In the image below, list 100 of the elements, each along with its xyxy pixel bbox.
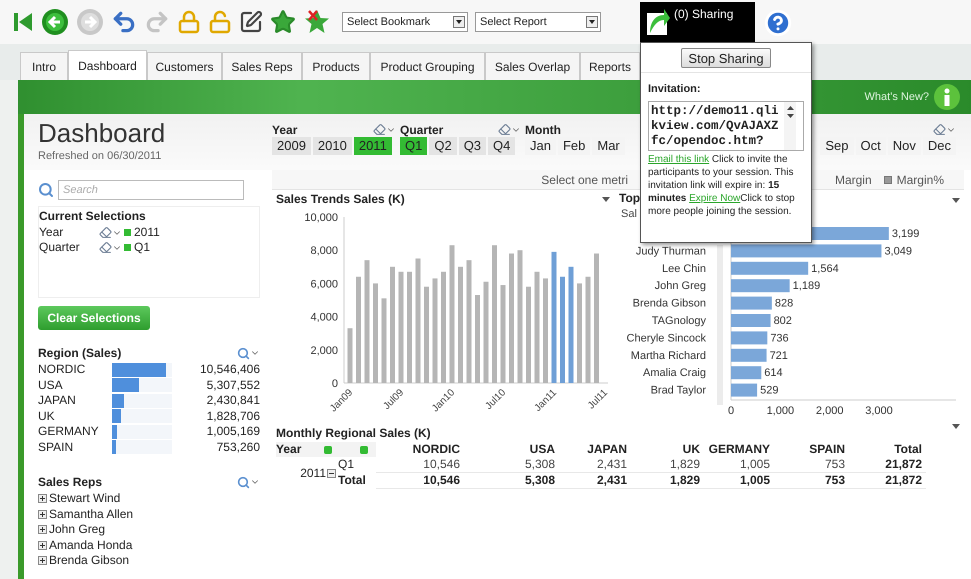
axis-label: Brad Taylor [650,384,706,397]
table-cell: 753 [774,457,849,473]
metric-option[interactable]: Margin% [894,170,946,188]
scrollbar[interactable] [717,245,723,405]
expand-icon[interactable] [38,525,47,534]
region-value: 1,005,169 [206,424,260,440]
table-cell: 21,872 [849,473,926,489]
field-name: Year [39,225,64,240]
filter-indicator-icon [360,446,368,454]
region-name[interactable]: GERMANY [38,424,112,440]
caret-icon[interactable] [602,196,610,202]
axis-label: 8,000 [310,245,338,258]
data-label: 1,189 [792,280,820,292]
scrollbar[interactable] [784,102,796,150]
clear-icon[interactable] [498,123,511,136]
axis-label: 0 [728,405,734,417]
clear-icon[interactable] [99,241,112,254]
checkbox[interactable] [884,176,892,184]
rep-name[interactable]: John Greg [49,522,106,538]
filter-option[interactable]: Q1 [400,137,428,155]
dropdown[interactable]: Select Report [475,12,601,32]
tab[interactable]: Sales Overlap [485,52,580,80]
search-icon[interactable] [237,346,250,360]
chart-subtitle: Sal [621,208,637,220]
region-value: 2,430,841 [206,393,260,408]
skip-back-icon[interactable] [12,10,34,34]
table-cell: 2011 [300,466,326,480]
tab[interactable]: Intro [20,52,68,80]
clear-icon[interactable] [933,123,946,136]
tab[interactable]: Sales Reps [222,52,302,80]
filter-option[interactable]: 2011 [354,137,392,155]
whats-new-link[interactable]: What's New? [864,88,929,106]
caret-icon[interactable] [952,424,960,429]
info-icon[interactable] [933,83,961,111]
table-cell: 2,431 [559,457,631,473]
region-value: 1,828,706 [206,408,260,424]
star-icon[interactable] [270,9,296,35]
scroll-up-icon[interactable] [786,106,794,110]
row-label: Q1 [337,457,356,473]
table-cell: 21,872 [849,457,926,473]
dropdown[interactable]: Select Bookmark [342,12,468,32]
collapse-icon[interactable] [327,468,336,478]
column-header: UK [682,442,701,457]
rep-name[interactable]: Samantha Allen [49,506,134,522]
axis-label: TAGnology [652,315,706,327]
star-remove-icon[interactable] [303,9,331,35]
axis-label: 4,000 [310,312,338,324]
expand-icon[interactable] [38,556,47,566]
search-icon[interactable] [237,476,250,488]
axis-label: Amalia Craig [643,367,706,380]
axis-label: Lee Chin [662,262,706,275]
sharing-label[interactable]: (0) Sharing [674,5,734,23]
filter-label: Quarter [400,122,444,138]
rep-name[interactable]: Amanda Honda [49,538,132,553]
region-name[interactable]: USA [38,378,112,393]
undo-icon[interactable] [111,9,137,35]
metric-option[interactable]: Margin [832,170,874,188]
expand-icon[interactable] [38,540,47,550]
expand-icon[interactable] [38,494,47,504]
filter-option[interactable]: Q3 [458,137,486,155]
bar [348,328,352,383]
clear-icon[interactable] [373,123,386,136]
tab[interactable]: Reports [580,52,640,80]
table-cell: 1,829 [631,457,704,473]
data-label: 1,564 [811,262,839,275]
tab[interactable]: Dashboard [68,50,147,80]
page-title: Dashboard [38,118,166,148]
column-header: USA [528,442,556,457]
filter-option[interactable]: 2009 [272,137,311,155]
caret-icon[interactable] [952,198,960,203]
table-cell: 10,546 [376,473,464,489]
column-header: Total [893,442,923,457]
refreshed-date: Refreshed on 06/30/2011 [38,149,162,164]
edit-icon[interactable] [239,10,263,34]
region-name[interactable]: SPAIN [38,440,112,455]
region-name[interactable]: UK [38,408,112,424]
filter-indicator-icon [324,446,332,454]
data-label: 3,199 [892,228,920,240]
data-label: 3,049 [884,245,912,258]
sharing-bar[interactable]: (0) Sharing [640,2,755,42]
filter-option[interactable]: Q4 [488,137,516,155]
tab[interactable]: Product Grouping [370,52,485,80]
rep-name[interactable]: Brenda Gibson [49,553,130,568]
region-name[interactable]: JAPAN [38,393,112,408]
invitation-label: Invitation: [648,82,702,97]
tab[interactable]: Customers [147,52,222,80]
stop-sharing-button[interactable]: Stop Sharing [681,48,771,68]
tab[interactable]: Products [302,52,370,80]
clear-icon[interactable] [99,226,112,239]
back-icon[interactable] [41,8,69,36]
expand-icon[interactable] [38,510,47,519]
column-header: GERMANY [708,442,771,457]
rep-name[interactable]: Stewart Wind [49,491,120,506]
table-cell: 1,005 [704,473,774,489]
filter-option[interactable]: Q2 [429,137,457,155]
region-name[interactable]: NORDIC [38,362,112,378]
search-field[interactable]: Search [58,180,244,200]
url-field[interactable]: http://demo11.qlikview.com/QvAJAXZfc/opendoc.htm? [648,100,804,150]
region-value: 5,307,552 [206,378,260,393]
filter-option[interactable]: 2010 [312,137,352,155]
